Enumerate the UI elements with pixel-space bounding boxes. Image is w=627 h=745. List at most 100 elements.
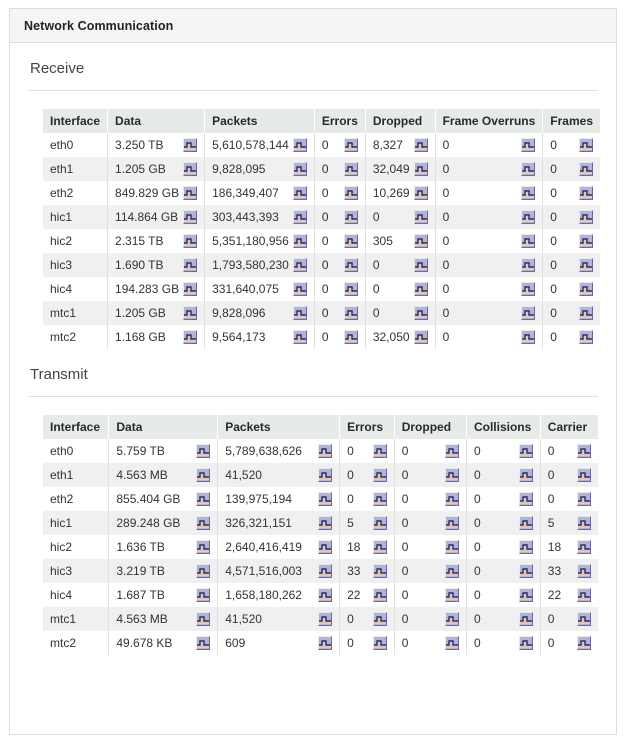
chart-icon[interactable] (344, 138, 358, 152)
chart-icon[interactable] (521, 162, 535, 176)
chart-icon[interactable] (577, 588, 591, 602)
chart-icon[interactable] (183, 282, 197, 296)
chart-icon[interactable] (414, 138, 428, 152)
chart-icon[interactable] (373, 468, 387, 482)
chart-icon[interactable] (414, 306, 428, 320)
chart-icon[interactable] (577, 636, 591, 650)
chart-icon[interactable] (445, 636, 459, 650)
chart-icon[interactable] (196, 492, 210, 506)
chart-icon[interactable] (577, 492, 591, 506)
chart-icon[interactable] (445, 564, 459, 578)
chart-icon[interactable] (196, 636, 210, 650)
chart-icon[interactable] (577, 564, 591, 578)
chart-icon[interactable] (519, 444, 533, 458)
chart-icon[interactable] (579, 186, 593, 200)
chart-icon[interactable] (579, 138, 593, 152)
chart-icon[interactable] (293, 282, 307, 296)
chart-icon[interactable] (344, 162, 358, 176)
chart-icon[interactable] (373, 636, 387, 650)
chart-icon[interactable] (344, 282, 358, 296)
chart-icon[interactable] (344, 258, 358, 272)
chart-icon[interactable] (577, 540, 591, 554)
chart-icon[interactable] (519, 588, 533, 602)
chart-icon[interactable] (293, 306, 307, 320)
chart-icon[interactable] (519, 468, 533, 482)
chart-icon[interactable] (318, 612, 332, 626)
chart-icon[interactable] (318, 444, 332, 458)
chart-icon[interactable] (183, 186, 197, 200)
chart-icon[interactable] (344, 234, 358, 248)
chart-icon[interactable] (293, 258, 307, 272)
chart-icon[interactable] (414, 330, 428, 344)
chart-icon[interactable] (373, 588, 387, 602)
chart-icon[interactable] (196, 564, 210, 578)
chart-icon[interactable] (579, 282, 593, 296)
chart-icon[interactable] (445, 540, 459, 554)
chart-icon[interactable] (519, 636, 533, 650)
chart-icon[interactable] (344, 330, 358, 344)
chart-icon[interactable] (373, 492, 387, 506)
chart-icon[interactable] (318, 540, 332, 554)
chart-icon[interactable] (521, 138, 535, 152)
chart-icon[interactable] (577, 612, 591, 626)
chart-icon[interactable] (196, 444, 210, 458)
chart-icon[interactable] (414, 186, 428, 200)
chart-icon[interactable] (183, 258, 197, 272)
chart-icon[interactable] (318, 516, 332, 530)
chart-icon[interactable] (183, 210, 197, 224)
chart-icon[interactable] (196, 588, 210, 602)
chart-icon[interactable] (445, 516, 459, 530)
chart-icon[interactable] (579, 234, 593, 248)
chart-icon[interactable] (579, 330, 593, 344)
chart-icon[interactable] (293, 186, 307, 200)
chart-icon[interactable] (445, 468, 459, 482)
chart-icon[interactable] (183, 138, 197, 152)
chart-icon[interactable] (414, 234, 428, 248)
chart-icon[interactable] (373, 564, 387, 578)
chart-icon[interactable] (183, 306, 197, 320)
chart-icon[interactable] (445, 612, 459, 626)
chart-icon[interactable] (521, 282, 535, 296)
chart-icon[interactable] (196, 468, 210, 482)
chart-icon[interactable] (519, 516, 533, 530)
chart-icon[interactable] (196, 612, 210, 626)
chart-icon[interactable] (318, 468, 332, 482)
chart-icon[interactable] (344, 186, 358, 200)
chart-icon[interactable] (318, 636, 332, 650)
chart-icon[interactable] (414, 162, 428, 176)
chart-icon[interactable] (577, 468, 591, 482)
chart-icon[interactable] (373, 444, 387, 458)
chart-icon[interactable] (577, 516, 591, 530)
chart-icon[interactable] (183, 234, 197, 248)
chart-icon[interactable] (373, 540, 387, 554)
chart-icon[interactable] (445, 444, 459, 458)
chart-icon[interactable] (521, 186, 535, 200)
chart-icon[interactable] (318, 492, 332, 506)
chart-icon[interactable] (293, 330, 307, 344)
chart-icon[interactable] (196, 516, 210, 530)
chart-icon[interactable] (293, 234, 307, 248)
chart-icon[interactable] (293, 210, 307, 224)
chart-icon[interactable] (183, 330, 197, 344)
chart-icon[interactable] (373, 516, 387, 530)
chart-icon[interactable] (414, 258, 428, 272)
chart-icon[interactable] (293, 138, 307, 152)
chart-icon[interactable] (577, 444, 591, 458)
chart-icon[interactable] (445, 492, 459, 506)
chart-icon[interactable] (579, 258, 593, 272)
chart-icon[interactable] (414, 210, 428, 224)
chart-icon[interactable] (521, 234, 535, 248)
chart-icon[interactable] (183, 162, 197, 176)
chart-icon[interactable] (373, 612, 387, 626)
chart-icon[interactable] (521, 258, 535, 272)
chart-icon[interactable] (519, 492, 533, 506)
chart-icon[interactable] (519, 540, 533, 554)
chart-icon[interactable] (521, 330, 535, 344)
chart-icon[interactable] (344, 306, 358, 320)
chart-icon[interactable] (293, 162, 307, 176)
chart-icon[interactable] (579, 162, 593, 176)
chart-icon[interactable] (445, 588, 459, 602)
chart-icon[interactable] (414, 282, 428, 296)
chart-icon[interactable] (318, 588, 332, 602)
chart-icon[interactable] (579, 306, 593, 320)
